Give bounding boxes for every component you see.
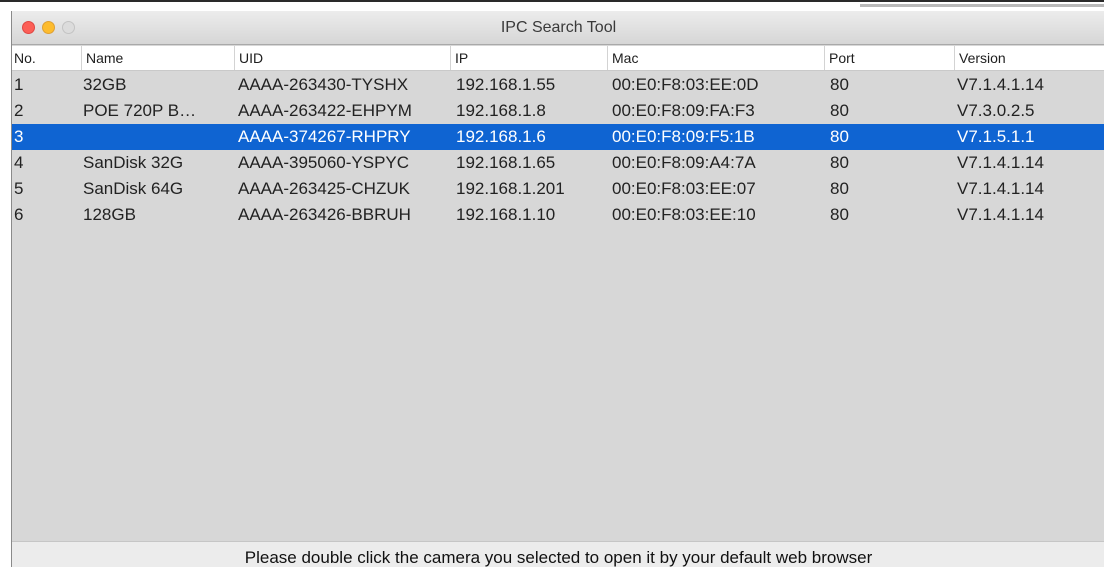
hint-text: Please double click the camera you selec… xyxy=(244,548,873,567)
column-header-version[interactable]: Version xyxy=(954,46,1104,70)
cell-no: 6 xyxy=(14,205,24,224)
cell-port: 80 xyxy=(830,153,849,172)
column-header-port[interactable]: Port xyxy=(824,46,954,70)
cell-mac: 00:E0:F8:09:F5:1B xyxy=(612,127,755,146)
cell-no: 2 xyxy=(14,101,24,120)
cell-ip: 192.168.1.55 xyxy=(456,75,556,94)
cell-version: V7.1.5.1.1 xyxy=(957,127,1035,146)
table-header: No. Name UID IP Mac Port Version xyxy=(12,46,1104,71)
cell-name: SanDisk 64G xyxy=(83,179,184,198)
cell-name: 128GB xyxy=(83,205,136,224)
cell-name: POE 720P B… xyxy=(83,101,197,120)
column-header-mac[interactable]: Mac xyxy=(607,46,824,70)
cell-version: V7.1.4.1.14 xyxy=(957,179,1044,198)
table-row[interactable]: 1 32GB AAAA-263430-TYSHX 192.168.1.55 00… xyxy=(12,72,1104,98)
camera-list: 1 32GB AAAA-263430-TYSHX 192.168.1.55 00… xyxy=(12,72,1104,228)
cell-uid: AAAA-263422-EHPYM xyxy=(238,101,412,120)
cell-mac: 00:E0:F8:03:EE:10 xyxy=(612,205,756,224)
cell-mac: 00:E0:F8:03:EE:07 xyxy=(612,179,756,198)
cell-mac: 00:E0:F8:09:FA:F3 xyxy=(612,101,755,120)
close-button[interactable] xyxy=(22,21,35,34)
minimize-button[interactable] xyxy=(42,21,55,34)
cell-port: 80 xyxy=(830,205,849,224)
cell-mac: 00:E0:F8:03:EE:0D xyxy=(612,75,759,94)
cell-version: V7.1.4.1.14 xyxy=(957,153,1044,172)
title-bar[interactable]: IPC Search Tool xyxy=(12,11,1104,45)
cell-mac: 00:E0:F8:09:A4:7A xyxy=(612,153,756,172)
zoom-button xyxy=(62,21,75,34)
column-header-name[interactable]: Name xyxy=(81,46,234,70)
cell-name: 32GB xyxy=(83,75,127,94)
cell-version: V7.1.4.1.14 xyxy=(957,205,1044,224)
cell-name: SanDisk 32G xyxy=(83,153,184,172)
table-row[interactable]: 6 128GB AAAA-263426-BBRUH 192.168.1.10 0… xyxy=(12,202,1104,228)
cell-ip: 192.168.1.65 xyxy=(456,153,556,172)
cell-no: 3 xyxy=(14,127,24,146)
cell-version: V7.3.0.2.5 xyxy=(957,101,1035,120)
ipc-search-window: IPC Search Tool No. Name UID IP Mac Port… xyxy=(11,11,1104,567)
screen-top-edge xyxy=(0,0,1104,7)
cell-uid: AAAA-263425-CHZUK xyxy=(238,179,410,198)
table-row[interactable]: 5 SanDisk 64G AAAA-263425-CHZUK 192.168.… xyxy=(12,176,1104,202)
cell-no: 5 xyxy=(14,179,24,198)
cell-no: 1 xyxy=(14,75,24,94)
table-row[interactable]: 4 SanDisk 32G AAAA-395060-YSPYC 192.168.… xyxy=(12,150,1104,176)
status-bar: Please double click the camera you selec… xyxy=(12,541,1104,567)
column-header-uid[interactable]: UID xyxy=(234,46,450,70)
table-row[interactable]: 2 POE 720P B… AAAA-263422-EHPYM 192.168.… xyxy=(12,98,1104,124)
cell-name xyxy=(83,124,228,150)
cell-ip: 192.168.1.8 xyxy=(456,101,546,120)
cell-uid: AAAA-263430-TYSHX xyxy=(238,75,409,94)
cell-ip: 192.168.1.10 xyxy=(456,205,556,224)
cell-port: 80 xyxy=(830,75,849,94)
cell-uid: AAAA-395060-YSPYC xyxy=(238,153,410,172)
cell-no: 4 xyxy=(14,153,24,172)
cell-version: V7.1.4.1.14 xyxy=(957,75,1044,94)
cell-ip: 192.168.1.6 xyxy=(456,127,546,146)
cell-port: 80 xyxy=(830,179,849,198)
cell-uid: AAAA-263426-BBRUH xyxy=(238,205,411,224)
table-row-selected[interactable]: 3 AAAA-374267-RHPRY 192.168.1.6 00:E0:F8… xyxy=(12,124,1104,150)
cell-port: 80 xyxy=(830,101,849,120)
column-header-no[interactable]: No. xyxy=(12,46,81,70)
cell-uid: AAAA-374267-RHPRY xyxy=(238,127,411,146)
cell-ip: 192.168.1.201 xyxy=(456,179,565,198)
window-title: IPC Search Tool xyxy=(500,19,617,36)
cell-port: 80 xyxy=(830,127,849,146)
column-header-ip[interactable]: IP xyxy=(450,46,607,70)
